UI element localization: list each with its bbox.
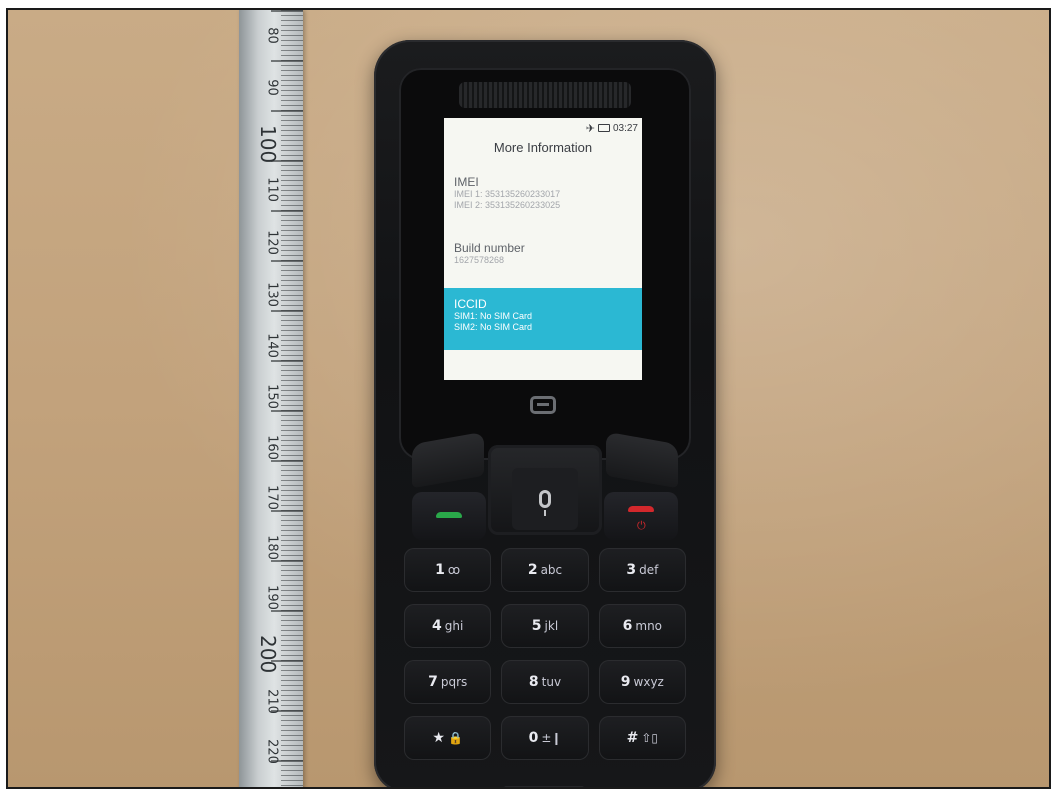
sim1-value: SIM1: No SIM Card (454, 311, 533, 321)
status-time: 03:27 (612, 122, 638, 134)
imei1-value: IMEI 1: 353135260233017 (454, 189, 561, 199)
ruler: 80 90 100 110 120 130 140 150 160 170 18… (239, 10, 303, 787)
ruler-mark: 140 (264, 333, 280, 358)
brand-logo-icon (530, 396, 556, 414)
power-icon: ⏻ (637, 520, 646, 532)
key-9[interactable]: 9 wxyz (598, 660, 686, 704)
key-4[interactable]: 4 ghi (404, 604, 492, 648)
key-3[interactable]: 3 def (598, 548, 686, 592)
microphone-icon (539, 490, 551, 516)
build-label: Build number (454, 241, 525, 255)
speaker-grille (459, 82, 631, 108)
ruler-mark: 190 (264, 585, 280, 610)
key-5[interactable]: 5 jkl (501, 604, 589, 648)
ruler-mark: 220 (264, 739, 280, 764)
iccid-item-selected[interactable]: ICCID SIM1: No SIM Card SIM2: No SIM Car… (444, 288, 642, 350)
key-1[interactable]: 1ꝏ (404, 548, 492, 592)
end-power-key[interactable]: ⏻ (604, 492, 678, 540)
end-call-icon (628, 506, 654, 512)
screen-title: More Information (493, 140, 593, 155)
voice-assistant-button[interactable] (512, 468, 578, 530)
build-value: 1627578268 (454, 255, 505, 265)
flashlight-icon: ±❙ (541, 731, 562, 745)
ruler-mark: 160 (264, 435, 280, 460)
photo-frame: 80 90 100 110 120 130 140 150 160 170 18… (6, 8, 1051, 789)
key-hash[interactable]: # ⇧▯ (598, 716, 686, 760)
build-number-item[interactable]: Build number 1627578268 (454, 241, 642, 266)
key-8[interactable]: 8 tuv (501, 660, 589, 704)
key-2[interactable]: 2 abc (501, 548, 589, 592)
imei2-value: IMEI 2: 353135260233025 (454, 200, 561, 210)
ruler-mark: 90 (264, 79, 280, 96)
key-0[interactable]: 0 ±❙ (501, 716, 589, 760)
ruler-mark: 100 (256, 125, 280, 164)
bottom-trim (504, 786, 584, 787)
imei-item[interactable]: IMEI IMEI 1: 353135260233017 IMEI 2: 353… (454, 175, 642, 211)
status-bar: ✈ 03:27 (586, 121, 638, 135)
call-key[interactable] (412, 492, 486, 540)
ruler-mark: 200 (256, 635, 280, 674)
ruler-mark: 170 (264, 485, 280, 510)
feature-phone: ✈ 03:27 More Information IMEI IMEI 1: 35… (374, 40, 716, 787)
imei-label: IMEI (454, 175, 479, 189)
ruler-mark: 180 (264, 535, 280, 560)
airplane-mode-icon: ✈ (585, 122, 595, 135)
ruler-mark: 80 (264, 27, 280, 44)
ruler-mark: 110 (264, 177, 280, 202)
call-icon (436, 512, 462, 518)
numeric-keypad: 1ꝏ 2 abc 3 def 4 ghi 5 jkl 6 mno 7 pqrs 8 tuv 9… (404, 548, 686, 760)
voicemail-icon: ꝏ (447, 563, 461, 577)
ruler-mark: 150 (264, 384, 280, 409)
battery-icon (597, 124, 610, 132)
phone-screen: ✈ 03:27 More Information IMEI IMEI 1: 35… (444, 118, 642, 380)
key-star[interactable]: ★ 🔒 (404, 716, 492, 760)
shift-icon: ⇧▯ (641, 731, 659, 745)
iccid-label: ICCID (454, 297, 487, 311)
lock-icon: 🔒 (447, 731, 463, 745)
ruler-mark: 210 (264, 689, 280, 714)
sim2-value: SIM2: No SIM Card (454, 322, 533, 332)
ruler-mark: 120 (264, 230, 280, 255)
ruler-mark: 130 (264, 282, 280, 307)
key-6[interactable]: 6 mno (598, 604, 686, 648)
key-7[interactable]: 7 pqrs (404, 660, 492, 704)
